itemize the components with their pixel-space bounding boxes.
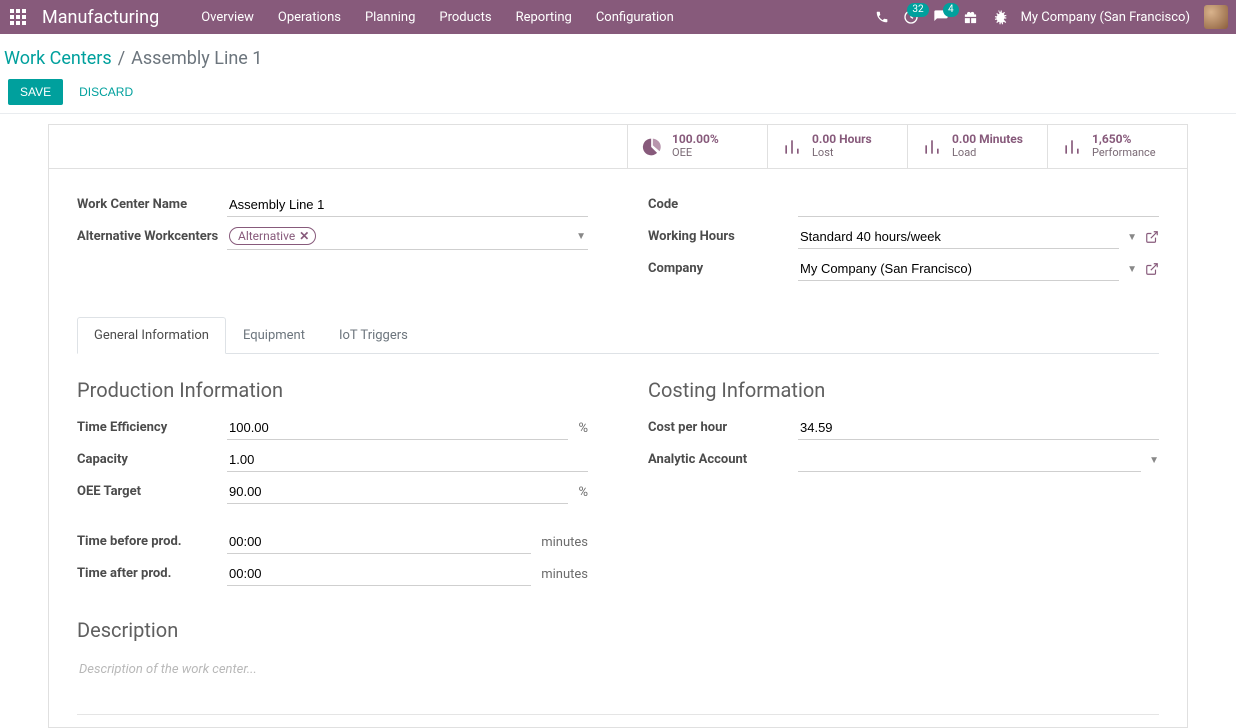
- label-working-hours: Working Hours: [648, 225, 798, 244]
- gift-icon[interactable]: [963, 10, 978, 25]
- menu-planning[interactable]: Planning: [353, 2, 427, 33]
- input-time-after[interactable]: [227, 562, 531, 586]
- form-actions: SAVE DISCARD: [0, 73, 1236, 105]
- label-work-center-name: Work Center Name: [77, 193, 227, 212]
- tag-alternative[interactable]: Alternative ✕: [229, 227, 316, 245]
- label-time-after: Time after prod.: [77, 562, 227, 581]
- breadcrumb-current: Assembly Line 1: [131, 48, 262, 69]
- breadcrumb-sep: /: [118, 48, 125, 69]
- heading-costing-info: Costing Information: [648, 378, 1159, 402]
- label-capacity: Capacity: [77, 448, 227, 467]
- menu-reporting[interactable]: Reporting: [504, 2, 584, 33]
- chevron-down-icon[interactable]: ▼: [1127, 264, 1137, 275]
- label-time-efficiency: Time Efficiency: [77, 416, 227, 435]
- input-oee-target[interactable]: [227, 480, 568, 504]
- bar-chart-icon: [782, 137, 802, 157]
- tab-general-information[interactable]: General Information: [77, 317, 226, 354]
- stat-performance[interactable]: 1,650% Performance: [1047, 125, 1187, 168]
- input-working-hours[interactable]: [798, 225, 1119, 249]
- company-selector[interactable]: My Company (San Francisco): [1021, 10, 1190, 25]
- discard-button[interactable]: DISCARD: [79, 85, 133, 99]
- stat-oee[interactable]: 100.00% OEE: [627, 125, 767, 168]
- label-company: Company: [648, 257, 798, 276]
- unit-minutes: minutes: [541, 535, 588, 550]
- stat-label: Load: [952, 147, 1023, 160]
- stat-value: 0.00 Hours: [812, 133, 872, 147]
- apps-icon[interactable]: [8, 7, 28, 27]
- pie-chart-icon: [642, 137, 662, 157]
- debug-icon[interactable]: [992, 10, 1007, 25]
- input-capacity[interactable]: [227, 448, 588, 472]
- stat-value: 1,650%: [1092, 133, 1156, 147]
- stat-lost[interactable]: 0.00 Hours Lost: [767, 125, 907, 168]
- label-alt-workcenters: Alternative Workcenters: [77, 225, 227, 244]
- unit-percent: %: [578, 485, 588, 500]
- label-time-before: Time before prod.: [77, 530, 227, 549]
- discuss-badge: 4: [943, 3, 959, 17]
- discuss-icon[interactable]: 4: [933, 9, 949, 25]
- chevron-down-icon[interactable]: ▼: [1127, 232, 1137, 243]
- label-cost-per-hour: Cost per hour: [648, 416, 798, 435]
- unit-minutes: minutes: [541, 567, 588, 582]
- input-description[interactable]: [77, 656, 1159, 715]
- external-link-icon[interactable]: [1145, 262, 1159, 276]
- notebook-tabs: General Information Equipment IoT Trigge…: [77, 317, 1159, 354]
- stat-label: Performance: [1092, 147, 1156, 160]
- chevron-down-icon[interactable]: ▼: [1149, 455, 1159, 466]
- input-alt-workcenters[interactable]: Alternative ✕ ▼: [227, 225, 588, 250]
- input-work-center-name[interactable]: [227, 193, 588, 217]
- input-code[interactable]: [798, 193, 1159, 217]
- stat-load[interactable]: 0.00 Minutes Load: [907, 125, 1047, 168]
- input-company[interactable]: [798, 257, 1119, 281]
- phone-icon[interactable]: [875, 10, 889, 24]
- menu-operations[interactable]: Operations: [266, 2, 353, 33]
- save-button[interactable]: SAVE: [8, 79, 63, 105]
- stat-value: 100.00%: [672, 133, 719, 147]
- bar-chart-icon: [1062, 137, 1082, 157]
- activities-icon[interactable]: 32: [903, 9, 919, 25]
- heading-description: Description: [77, 618, 1159, 642]
- menu-configuration[interactable]: Configuration: [584, 2, 686, 33]
- bar-chart-icon: [922, 137, 942, 157]
- user-avatar[interactable]: [1204, 5, 1228, 29]
- heading-production-info: Production Information: [77, 378, 588, 402]
- input-time-before[interactable]: [227, 530, 531, 554]
- label-oee-target: OEE Target: [77, 480, 227, 499]
- external-link-icon[interactable]: [1145, 230, 1159, 244]
- chevron-down-icon[interactable]: ▼: [576, 231, 586, 242]
- main-navbar: Manufacturing Overview Operations Planni…: [0, 0, 1236, 34]
- stat-buttons-row: 100.00% OEE 0.00 Hours Lost 0.00 Minut: [49, 125, 1187, 169]
- stat-value: 0.00 Minutes: [952, 133, 1023, 147]
- tag-label: Alternative: [238, 229, 295, 243]
- input-analytic-account[interactable]: [798, 448, 1141, 472]
- input-cost-per-hour[interactable]: [798, 416, 1159, 440]
- navbar-right: 32 4 My Company (San Francisco): [875, 5, 1228, 29]
- control-bar: Work Centers / Assembly Line 1 SAVE DISC…: [0, 34, 1236, 114]
- breadcrumb-parent[interactable]: Work Centers: [4, 48, 112, 69]
- form-sheet: 100.00% OEE 0.00 Hours Lost 0.00 Minut: [48, 124, 1188, 728]
- label-analytic-account: Analytic Account: [648, 448, 798, 467]
- tab-iot-triggers[interactable]: IoT Triggers: [322, 317, 425, 354]
- unit-percent: %: [578, 421, 588, 436]
- stat-label: OEE: [672, 147, 719, 160]
- stat-label: Lost: [812, 147, 872, 160]
- menu-products[interactable]: Products: [427, 2, 503, 33]
- input-time-efficiency[interactable]: [227, 416, 568, 440]
- activities-badge: 32: [907, 3, 928, 17]
- tab-equipment[interactable]: Equipment: [226, 317, 322, 354]
- main-menu: Overview Operations Planning Products Re…: [189, 2, 686, 33]
- menu-overview[interactable]: Overview: [189, 2, 266, 33]
- label-code: Code: [648, 193, 798, 212]
- breadcrumb: Work Centers / Assembly Line 1: [0, 42, 1236, 73]
- close-icon[interactable]: ✕: [299, 229, 309, 243]
- app-brand[interactable]: Manufacturing: [42, 7, 159, 28]
